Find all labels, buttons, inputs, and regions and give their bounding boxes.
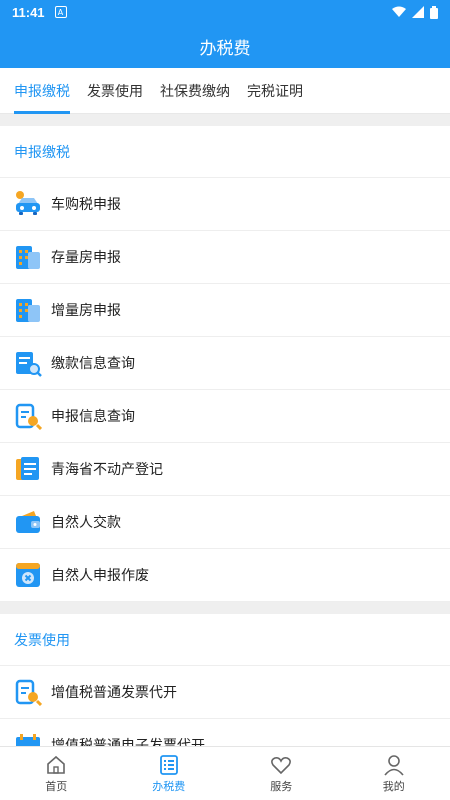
notification-icon: A <box>54 6 67 18</box>
nav-label: 办税费 <box>152 779 186 793</box>
list-item-label: 存量房申报 <box>51 250 121 266</box>
home-icon <box>47 755 66 774</box>
status-time: 11:41 <box>12 4 45 20</box>
list-item-label: 申报信息查询 <box>51 409 135 425</box>
nav-home[interactable]: 首页 <box>0 747 113 800</box>
nav-label: 服务 <box>270 779 293 793</box>
list-item-individual-payment[interactable]: 自然人交款 <box>0 496 450 549</box>
list-item-label: 青海省不动产登记 <box>51 462 163 478</box>
list-item-individual-cancel[interactable]: 自然人申报作废 <box>0 549 450 602</box>
documents-icon <box>14 455 42 483</box>
nav-tax[interactable]: 办税费 <box>113 747 226 800</box>
tab-declare-pay[interactable]: 申报缴税 <box>14 68 70 114</box>
divider <box>0 114 450 126</box>
bottom-nav: 首页 办税费 服务 我的 <box>0 746 450 800</box>
list-item-label: 增量房申报 <box>51 303 121 319</box>
cancel-form-icon <box>14 561 42 589</box>
building-icon <box>14 296 42 324</box>
signal-icon <box>412 6 424 18</box>
tab-social-security[interactable]: 社保费缴纳 <box>160 68 230 114</box>
car-icon <box>14 190 42 218</box>
list-item-existing-house[interactable]: 存量房申报 <box>0 231 450 284</box>
document-search-icon <box>14 402 42 430</box>
nav-label: 我的 <box>382 779 405 793</box>
list-item-label: 增值税普通发票代开 <box>51 685 177 701</box>
list-item-new-house[interactable]: 增量房申报 <box>0 284 450 337</box>
list-item-vehicle-tax[interactable]: 车购税申报 <box>0 178 450 231</box>
tab-bar: 申报缴税 发票使用 社保费缴纳 完税证明 <box>0 68 450 114</box>
section-title-declare-pay: 申报缴税 <box>0 126 450 178</box>
list-item-label: 自然人交款 <box>51 515 121 531</box>
tab-invoice[interactable]: 发票使用 <box>87 68 143 114</box>
list-item-label: 自然人申报作废 <box>51 568 149 584</box>
user-icon <box>384 754 404 776</box>
document-search-icon <box>14 349 42 377</box>
nav-service[interactable]: 服务 <box>225 747 338 800</box>
page-title: 办税费 <box>199 38 251 59</box>
list-item-vat-invoice[interactable]: 增值税普通发票代开 <box>0 666 450 719</box>
divider <box>0 602 450 614</box>
list-icon <box>159 754 178 775</box>
list-item-label: 缴款信息查询 <box>51 356 135 372</box>
wifi-icon <box>392 6 406 17</box>
wallet-icon <box>14 508 42 536</box>
heart-icon <box>271 756 292 774</box>
battery-icon <box>430 5 438 19</box>
list-item-real-estate-registration[interactable]: 青海省不动产登记 <box>0 443 450 496</box>
list-item-label: 车购税申报 <box>51 197 121 213</box>
list-item-payment-query[interactable]: 缴款信息查询 <box>0 337 450 390</box>
status-icons <box>392 5 438 19</box>
list-item-declaration-query[interactable]: 申报信息查询 <box>0 390 450 443</box>
app-bar: 办税费 <box>0 24 450 68</box>
status-bar: 11:41 A <box>0 0 450 24</box>
nav-mine[interactable]: 我的 <box>338 747 450 800</box>
nav-label: 首页 <box>45 779 68 793</box>
section-title-invoice: 发票使用 <box>0 614 450 666</box>
building-icon <box>14 243 42 271</box>
tab-tax-certificate[interactable]: 完税证明 <box>247 68 303 114</box>
document-search-icon <box>14 678 42 706</box>
